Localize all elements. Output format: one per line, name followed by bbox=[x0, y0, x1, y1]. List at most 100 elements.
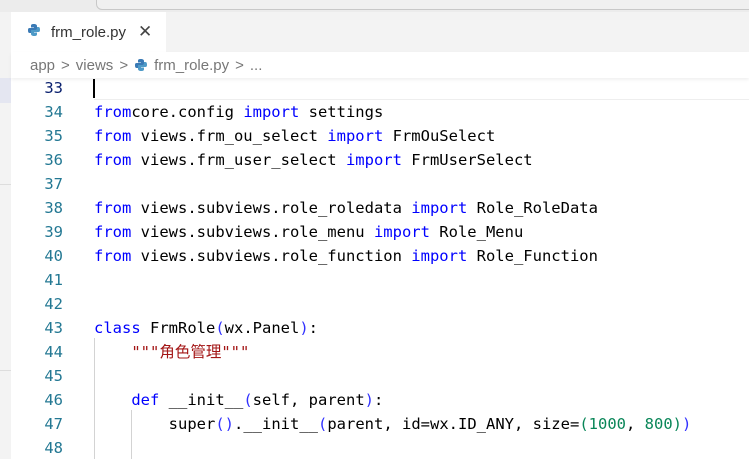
breadcrumb-separator: > bbox=[119, 56, 129, 74]
bracket-token: ) bbox=[682, 415, 692, 433]
code-token: : bbox=[374, 391, 384, 409]
keyword-token: import bbox=[345, 151, 402, 169]
code-line[interactable]: 36 from views.frm_user_select import FrmU… bbox=[11, 148, 749, 172]
code-line[interactable]: 43 class FrmRole(wx.Panel): bbox=[11, 316, 749, 340]
code-line[interactable]: 42 bbox=[11, 292, 749, 316]
code-line[interactable]: 48 bbox=[11, 436, 749, 460]
keyword-token: from bbox=[94, 199, 132, 217]
bracket-token: ( bbox=[318, 415, 328, 433]
code-token: settings bbox=[299, 103, 384, 121]
code-text: class FrmRole(wx.Panel): bbox=[94, 316, 318, 340]
code-token: self, parent bbox=[252, 391, 365, 409]
code-token: views.subviews.role_function bbox=[131, 247, 412, 265]
code-token: Role_Function bbox=[467, 247, 598, 265]
python-icon bbox=[27, 23, 41, 42]
keyword-token: import bbox=[373, 223, 430, 241]
keyword-token: from bbox=[94, 127, 132, 145]
code-token: views.frm_user_select bbox=[131, 151, 346, 169]
code-text: fromcore.config import settings bbox=[94, 100, 383, 124]
code-text: from views.subviews.role_function import… bbox=[94, 244, 598, 268]
code-line[interactable]: 41 bbox=[11, 268, 749, 292]
keyword-token: from bbox=[94, 247, 132, 265]
code-text: from views.frm_ou_select import FrmOuSel… bbox=[94, 124, 495, 148]
bracket-token: ( bbox=[215, 319, 225, 337]
code-token: FrmRole bbox=[140, 319, 216, 337]
keyword-token: import bbox=[327, 127, 384, 145]
code-token: .__init__ bbox=[234, 415, 318, 433]
keyword-token: from bbox=[94, 151, 132, 169]
number-token: ( bbox=[579, 415, 589, 433]
code-token: Role_RoleData bbox=[467, 199, 598, 217]
line-number: 40 bbox=[44, 247, 63, 265]
line-number: 44 bbox=[44, 343, 63, 361]
code-line[interactable]: 34 fromcore.config import settings bbox=[11, 100, 749, 124]
keyword-token: def bbox=[131, 391, 160, 409]
code-text: from views.subviews.role_menu import Rol… bbox=[94, 220, 523, 244]
activity-side-strip bbox=[0, 52, 11, 459]
breadcrumb: app > views > frm_role.py > ... bbox=[11, 52, 749, 78]
code-token: FrmOuSelect bbox=[383, 127, 496, 145]
close-icon[interactable]: ✕ bbox=[138, 22, 152, 42]
code-token: views.frm_ou_select bbox=[131, 127, 328, 145]
code-line[interactable]: 35 from views.frm_ou_select import FrmOuS… bbox=[11, 124, 749, 148]
code-line[interactable]: 45 bbox=[11, 364, 749, 388]
line-number: 35 bbox=[44, 127, 63, 145]
code-line[interactable]: 46 def __init__(self, parent): bbox=[11, 388, 749, 412]
code-token: : bbox=[308, 319, 319, 337]
code-text: from views.frm_user_select import FrmUse… bbox=[94, 148, 533, 172]
keyword-token: import bbox=[411, 247, 468, 265]
code-token: views.subviews.role_roledata bbox=[131, 199, 412, 217]
line-number: 46 bbox=[44, 391, 63, 409]
code-line[interactable]: 44 """角色管理""" bbox=[11, 340, 749, 364]
line-number: 37 bbox=[44, 175, 63, 193]
keyword-token: import bbox=[243, 103, 300, 121]
code-text: """角色管理""" bbox=[94, 340, 249, 364]
code-text: from views.subviews.role_roledata import… bbox=[94, 196, 598, 220]
code-line[interactable]: 37 bbox=[11, 172, 749, 196]
code-text: def __init__(self, parent): bbox=[94, 388, 383, 412]
tab-label: frm_role.py bbox=[51, 23, 127, 41]
code-token: Role_Menu bbox=[429, 223, 524, 241]
text-cursor bbox=[93, 79, 95, 98]
breadcrumb-file[interactable]: frm_role.py bbox=[154, 57, 229, 74]
code-line[interactable]: 47 super().__init__(parent, id=wx.ID_ANY… bbox=[11, 412, 749, 436]
line-number: 39 bbox=[44, 223, 63, 241]
line-number: 34 bbox=[44, 103, 63, 121]
code-token: core.config bbox=[131, 103, 244, 121]
keyword-token: import bbox=[411, 199, 468, 217]
bracket-token: ) bbox=[364, 391, 374, 409]
code-token: FrmUserSelect bbox=[401, 151, 533, 169]
line-number: 45 bbox=[44, 367, 63, 385]
line-number: 41 bbox=[44, 271, 63, 289]
code-line[interactable]: 39 from views.subviews.role_menu import R… bbox=[11, 220, 749, 244]
code-text: super().__init__(parent, id=wx.ID_ANY, s… bbox=[94, 412, 692, 436]
line-number: 38 bbox=[44, 199, 63, 217]
code-editor[interactable]: 33 34 fromcore.config import settings 35 fro… bbox=[11, 76, 749, 459]
current-line-highlight bbox=[94, 76, 749, 100]
breadcrumb-separator: > bbox=[61, 56, 70, 74]
code-token: , bbox=[625, 415, 645, 433]
bracket-token: ) bbox=[299, 319, 309, 337]
keyword-token: from bbox=[94, 103, 132, 121]
tab-frm-role[interactable]: frm_role.py ✕ bbox=[11, 12, 166, 52]
breadcrumb-views[interactable]: views bbox=[76, 57, 114, 74]
code-token: __init__ bbox=[159, 391, 244, 409]
code-line[interactable]: 38 from views.subviews.role_roledata impo… bbox=[11, 196, 749, 220]
line-number: 47 bbox=[44, 415, 63, 433]
code-token: wx.Panel bbox=[224, 319, 300, 337]
keyword-token: from bbox=[94, 223, 132, 241]
number-token: 800 bbox=[644, 415, 673, 433]
number-token: 1000 bbox=[588, 415, 626, 433]
breadcrumb-symbols[interactable]: ... bbox=[250, 57, 263, 74]
line-number: 42 bbox=[44, 295, 63, 313]
breadcrumb-app[interactable]: app bbox=[30, 57, 55, 74]
code-line[interactable]: 33 bbox=[11, 76, 749, 100]
code-line[interactable]: 40 from views.subviews.role_function impo… bbox=[11, 244, 749, 268]
code-token: parent, id=wx.ID_ANY, size= bbox=[327, 415, 580, 433]
line-number: 43 bbox=[44, 319, 63, 337]
string-token: """角色管理""" bbox=[131, 343, 250, 361]
line-number: 36 bbox=[44, 151, 63, 169]
bracket-token: () bbox=[215, 415, 234, 433]
